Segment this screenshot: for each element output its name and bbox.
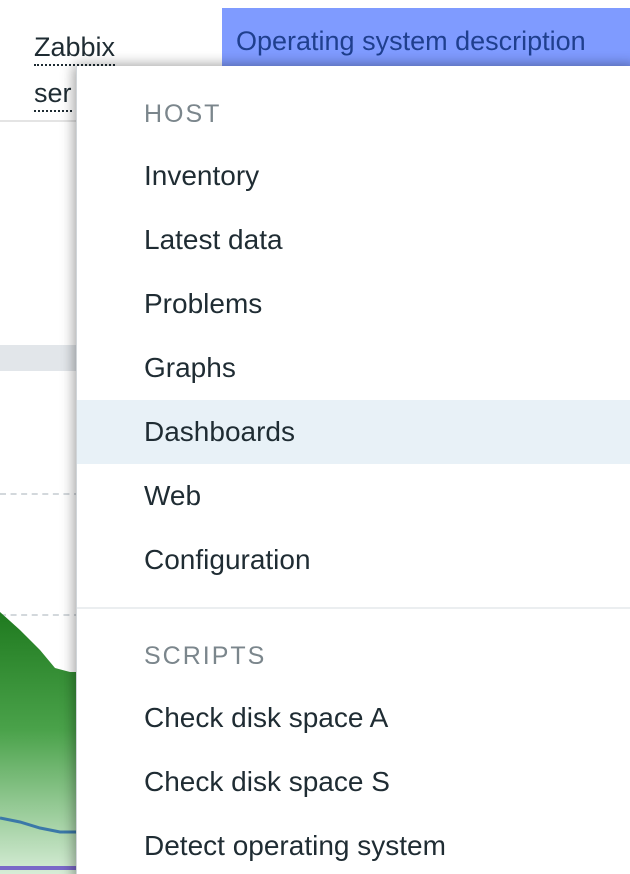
column-header-os-description[interactable]: Operating system description — [222, 8, 630, 66]
menu-item-check-disk-space-s[interactable]: Check disk space S — [77, 750, 630, 814]
graph-filled-area — [0, 612, 80, 874]
menu-item-web[interactable]: Web — [77, 464, 630, 528]
host-name-link-continued[interactable]: ser — [34, 80, 72, 112]
graph-gridline — [0, 493, 80, 495]
menu-item-latest-data[interactable]: Latest data — [77, 208, 630, 272]
menu-item-configuration[interactable]: Configuration — [77, 528, 630, 592]
graph-baseline — [0, 866, 80, 870]
row-divider — [0, 120, 80, 122]
graph-header-band — [0, 345, 80, 371]
host-context-menu: HOST Inventory Latest data Problems Grap… — [76, 66, 630, 874]
menu-item-check-disk-space-a[interactable]: Check disk space A — [77, 686, 630, 750]
section-title-scripts: SCRIPTS — [144, 642, 267, 670]
menu-item-graphs[interactable]: Graphs — [77, 336, 630, 400]
section-title-host: HOST — [144, 100, 222, 128]
menu-item-problems[interactable]: Problems — [77, 272, 630, 336]
column-header-label: Operating system description — [236, 26, 586, 56]
menu-item-inventory[interactable]: Inventory — [77, 144, 630, 208]
graph-area — [0, 612, 80, 874]
menu-item-dashboards[interactable]: Dashboards — [77, 400, 630, 464]
host-name-link[interactable]: Zabbix — [34, 34, 116, 66]
menu-item-detect-operating-system[interactable]: Detect operating system — [77, 814, 630, 874]
page: Zabbix ser Operating system description … — [0, 0, 630, 874]
menu-separator — [77, 607, 630, 609]
